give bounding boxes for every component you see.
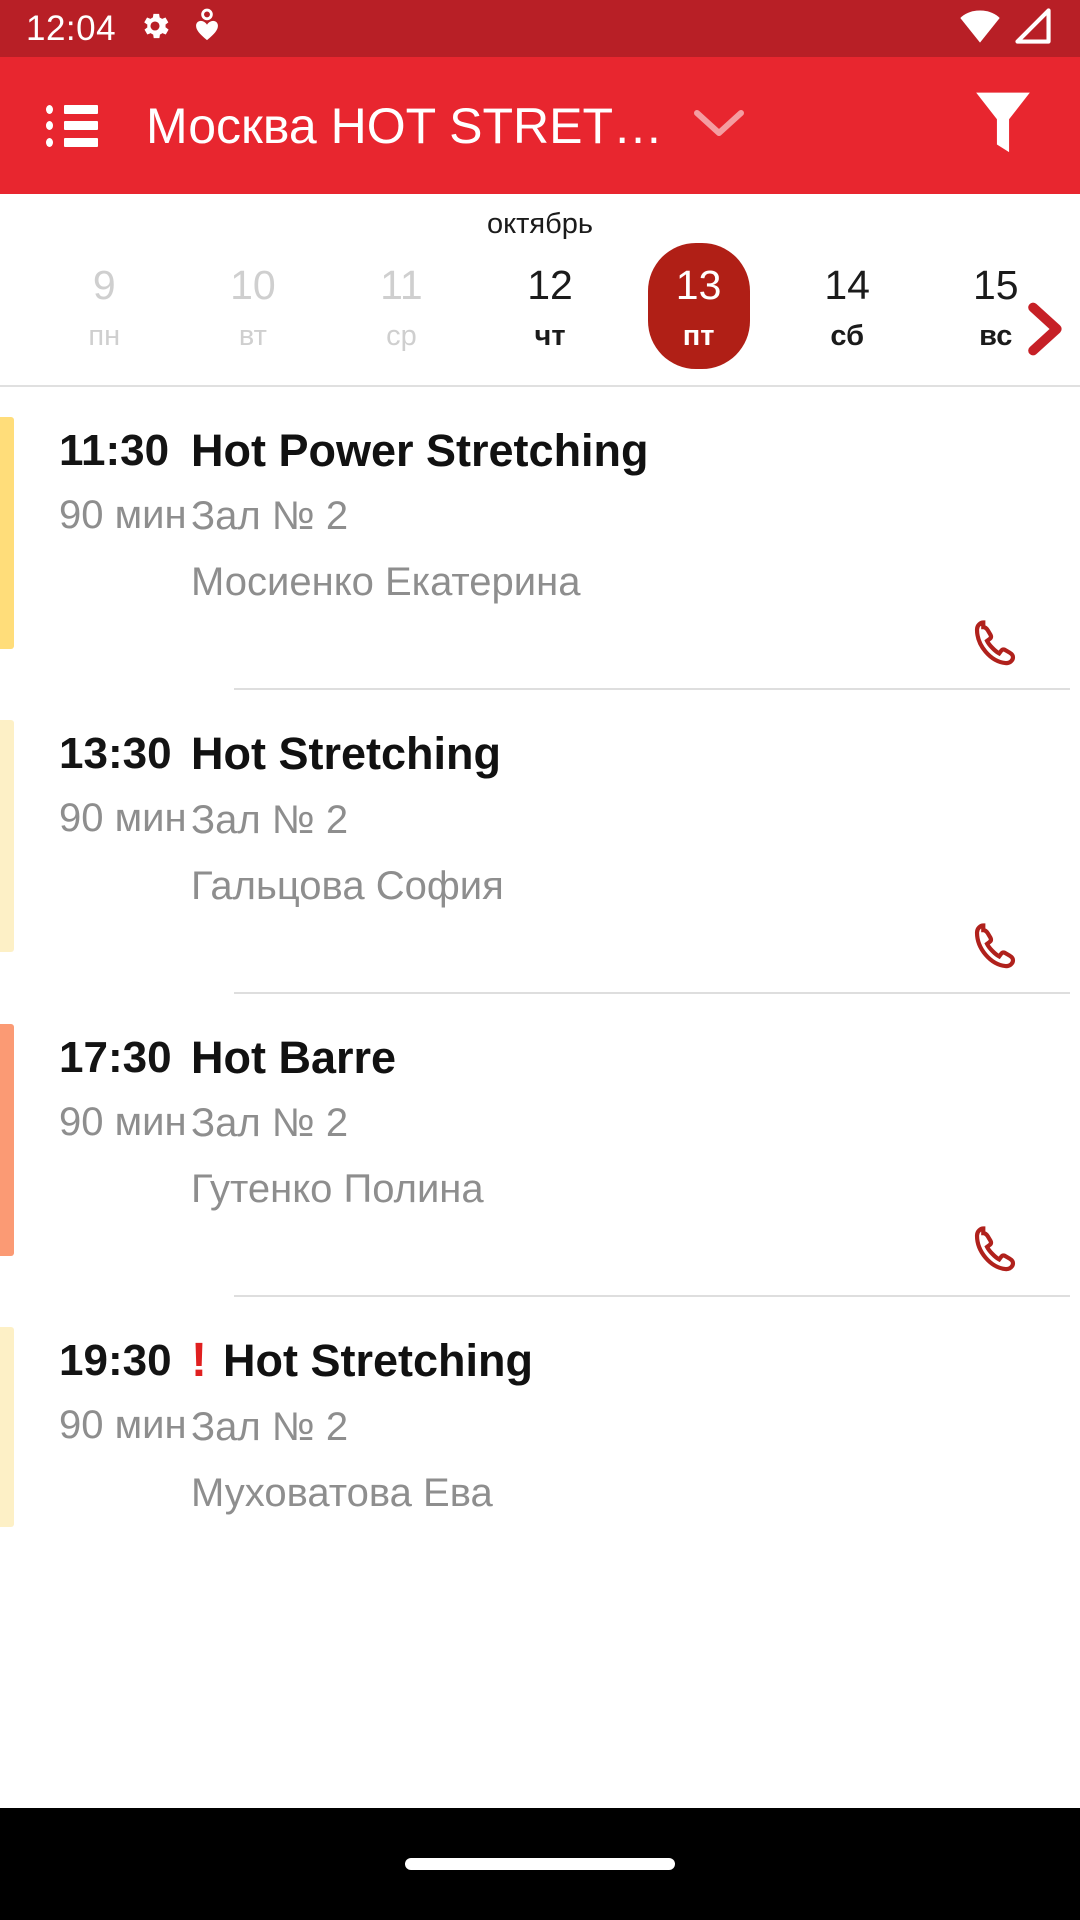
class-duration: 90 мин bbox=[59, 1099, 187, 1144]
day-cell-10[interactable]: 10 вт bbox=[179, 249, 328, 369]
day-weekday: чт bbox=[534, 320, 566, 352]
class-duration: 90 мин bbox=[59, 1402, 187, 1447]
class-accent-bar bbox=[0, 1326, 14, 1527]
phone-call-icon[interactable] bbox=[972, 920, 1018, 977]
day-weekday: пт bbox=[682, 320, 715, 352]
home-indicator[interactable] bbox=[405, 1858, 675, 1870]
day-weekday: вт bbox=[238, 320, 267, 352]
day-weekday: ср bbox=[386, 320, 417, 352]
status-bar: 12:04 bbox=[0, 0, 1080, 57]
class-list-item[interactable]: 13:30 90 мин Hot Stretching Зал № 2 Галь… bbox=[0, 690, 1080, 991]
class-info-column: Hot Barre Зал № 2 Гутенко Полина bbox=[191, 1024, 1080, 1295]
chevron-right-icon[interactable] bbox=[1026, 301, 1066, 362]
class-duration: 90 мин bbox=[59, 493, 187, 537]
list-menu-icon[interactable] bbox=[46, 104, 98, 147]
status-bar-system-icons bbox=[958, 7, 1054, 50]
wifi-icon bbox=[958, 7, 1002, 50]
menu-icon-line bbox=[63, 121, 98, 130]
day-number: 11 bbox=[380, 262, 423, 308]
class-list-item[interactable]: 17:30 90 мин Hot Barre Зал № 2 Гутенко П… bbox=[0, 994, 1080, 1295]
class-instructor: Гальцова София bbox=[191, 863, 504, 908]
day-number: 15 bbox=[972, 262, 1019, 308]
day-weekday: вс bbox=[979, 320, 1013, 352]
day-cell-14[interactable]: 14 сб bbox=[773, 249, 922, 369]
day-number: 13 bbox=[675, 262, 722, 308]
menu-icon-dot bbox=[46, 121, 53, 130]
chevron-down-icon[interactable] bbox=[693, 106, 745, 145]
menu-icon-row bbox=[46, 137, 98, 147]
class-room: Зал № 2 bbox=[191, 1100, 349, 1145]
menu-icon-dot bbox=[46, 104, 53, 114]
alert-exclamation-icon: ! bbox=[191, 1333, 207, 1387]
class-room: Зал № 2 bbox=[191, 494, 349, 539]
day-weekday: сб bbox=[830, 320, 865, 352]
class-info-column: Hot Power Stretching Зал № 2 Мосиенко Ек… bbox=[191, 417, 1080, 688]
system-navigation-bar bbox=[0, 1808, 1080, 1920]
class-time-column: 17:30 90 мин bbox=[14, 1024, 191, 1295]
days-row: 9 пн 10 вт 11 ср 12 чт 13 пт 14 сб 15 вс bbox=[0, 243, 1080, 369]
class-instructor: Гутенко Полина bbox=[191, 1166, 484, 1211]
filter-funnel-icon[interactable] bbox=[972, 88, 1034, 163]
day-number: 14 bbox=[824, 262, 870, 308]
day-cell-12[interactable]: 12 чт bbox=[476, 249, 625, 369]
class-title: Hot Stretching bbox=[191, 728, 501, 780]
menu-icon-dot bbox=[46, 137, 53, 147]
heart-person-icon bbox=[194, 8, 220, 49]
class-accent-bar bbox=[0, 720, 14, 953]
phone-call-icon[interactable] bbox=[972, 617, 1018, 674]
day-number: 12 bbox=[527, 262, 573, 308]
class-start-time: 13:30 bbox=[59, 729, 172, 779]
day-number: 9 bbox=[92, 262, 116, 308]
class-accent-bar bbox=[0, 417, 14, 649]
class-title: Hot Stretching bbox=[222, 1334, 533, 1386]
gear-icon bbox=[138, 9, 172, 48]
class-schedule-list[interactable]: 11:30 90 мин Hot Power Stretching Зал № … bbox=[0, 387, 1080, 1819]
class-time-column: 13:30 90 мин bbox=[14, 720, 191, 991]
day-number: 10 bbox=[230, 262, 276, 308]
class-start-time: 11:30 bbox=[59, 426, 170, 475]
class-start-time: 19:30 bbox=[59, 1335, 172, 1385]
class-info-column: ! Hot Stretching Зал № 2 Муховатова Ева bbox=[191, 1327, 1080, 1527]
class-info-column: Hot Stretching Зал № 2 Гальцова София bbox=[191, 720, 1080, 991]
class-room: Зал № 2 bbox=[191, 797, 349, 842]
class-time-column: 19:30 90 мин bbox=[14, 1327, 191, 1527]
cellular-signal-icon bbox=[1012, 7, 1054, 50]
class-title-row: Hot Barre bbox=[191, 1031, 1044, 1083]
class-accent-bar bbox=[0, 1023, 14, 1256]
class-title-row: ! Hot Stretching bbox=[191, 1333, 1044, 1387]
class-start-time: 17:30 bbox=[59, 1032, 172, 1082]
class-room: Зал № 2 bbox=[191, 1404, 349, 1449]
class-phone-row bbox=[191, 602, 1044, 688]
day-cell-11[interactable]: 11 ср bbox=[327, 249, 476, 369]
class-instructor: Мосиенко Екатерина bbox=[191, 560, 581, 605]
date-selector-strip: октябрь 9 пн 10 вт 11 ср 12 чт 13 пт 14 … bbox=[0, 194, 1080, 387]
status-bar-clock: 12:04 bbox=[26, 9, 117, 48]
menu-icon-line bbox=[63, 137, 98, 147]
class-phone-row bbox=[191, 906, 1044, 992]
status-bar-notification-icons bbox=[138, 8, 220, 49]
menu-icon-row bbox=[46, 104, 98, 114]
day-cell-13-selected[interactable]: 13 пт bbox=[624, 243, 773, 369]
menu-icon-row bbox=[46, 121, 98, 130]
class-list-item[interactable]: 19:30 90 мин ! Hot Stretching Зал № 2 Му… bbox=[0, 1297, 1080, 1527]
class-time-column: 11:30 90 мин bbox=[14, 417, 191, 688]
day-cell-9[interactable]: 9 пн bbox=[30, 249, 179, 369]
day-weekday: пн bbox=[88, 320, 121, 352]
month-label: октябрь bbox=[487, 208, 593, 240]
class-instructor: Муховатова Ева bbox=[191, 1470, 493, 1515]
class-title-row: Hot Stretching bbox=[191, 728, 1044, 780]
class-title-row: Hot Power Stretching bbox=[191, 425, 1044, 476]
menu-icon-line bbox=[63, 104, 98, 114]
class-title: Hot Barre bbox=[191, 1031, 397, 1083]
class-list-item[interactable]: 11:30 90 мин Hot Power Stretching Зал № … bbox=[0, 387, 1080, 688]
page-title[interactable]: Москва HOT STRET… bbox=[146, 101, 663, 151]
phone-call-icon[interactable] bbox=[972, 1223, 1018, 1280]
app-bar: Москва HOT STRET… bbox=[0, 57, 1080, 194]
class-phone-row bbox=[191, 1209, 1044, 1295]
class-duration: 90 мин bbox=[59, 796, 187, 841]
class-title: Hot Power Stretching bbox=[191, 425, 649, 476]
